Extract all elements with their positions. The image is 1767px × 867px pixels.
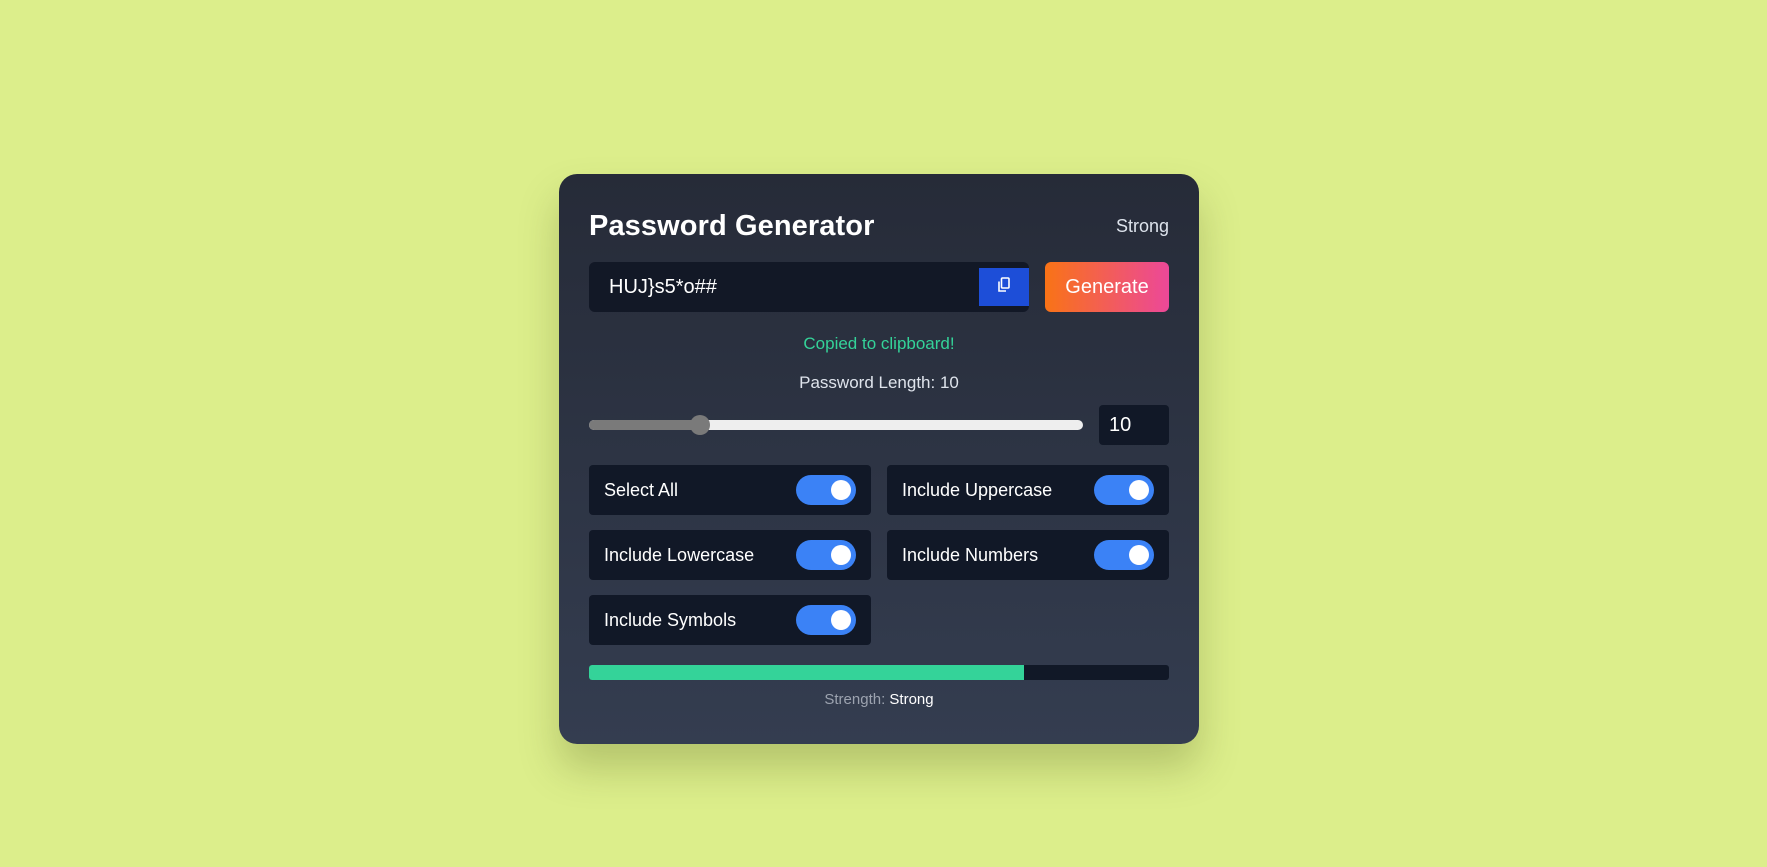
options-grid: Select All Include Uppercase Include Low… (589, 465, 1169, 645)
password-generator-card: Password Generator Strong HUJ}s5*o## Gen… (559, 174, 1199, 744)
strength-value: Strong (889, 691, 934, 708)
select-all-toggle[interactable] (796, 475, 856, 505)
toggle-knob (1129, 545, 1149, 565)
numbers-toggle[interactable] (1094, 540, 1154, 570)
symbols-toggle[interactable] (796, 605, 856, 635)
password-text: HUJ}s5*o## (609, 276, 717, 298)
length-number-input[interactable]: 10 (1099, 405, 1169, 445)
password-length-label: Password Length: 10 (799, 373, 959, 392)
length-slider-row: 10 (589, 405, 1169, 445)
password-output[interactable]: HUJ}s5*o## (589, 262, 1029, 312)
length-slider-thumb[interactable] (690, 415, 711, 435)
option-label: Include Numbers (902, 544, 1039, 565)
strength-label: Strength: (824, 691, 886, 708)
page-title: Password Generator (589, 209, 875, 242)
toggle-knob (831, 545, 851, 565)
strength-meter-fill (589, 665, 1024, 680)
option-include-uppercase[interactable]: Include Uppercase (887, 465, 1169, 515)
toggle-knob (831, 480, 851, 500)
length-slider-fill (589, 420, 701, 430)
lowercase-toggle[interactable] (796, 540, 856, 570)
option-label: Select All (604, 479, 679, 500)
option-select-all[interactable]: Select All (589, 465, 871, 515)
generate-button[interactable]: Generate (1045, 262, 1169, 312)
option-include-symbols[interactable]: Include Symbols (589, 595, 871, 645)
uppercase-toggle[interactable] (1094, 475, 1154, 505)
copied-message: Copied to clipboard! (803, 334, 955, 353)
option-include-numbers[interactable]: Include Numbers (887, 530, 1169, 580)
option-label: Include Uppercase (902, 479, 1053, 500)
toggle-knob (1129, 480, 1149, 500)
toggle-knob (831, 610, 851, 630)
header-strength-label: Strong (1115, 215, 1169, 236)
option-include-lowercase[interactable]: Include Lowercase (589, 530, 871, 580)
copy-icon (997, 276, 1011, 298)
copy-button[interactable] (979, 268, 1029, 306)
length-slider[interactable] (589, 415, 1083, 435)
strength-meter (589, 665, 1169, 680)
option-label: Include Lowercase (604, 544, 755, 565)
option-label: Include Symbols (604, 609, 737, 630)
password-row: HUJ}s5*o## Generate (589, 262, 1169, 312)
card-header: Password Generator Strong (589, 202, 1169, 250)
strength-text: Strength: Strong (589, 691, 1169, 708)
